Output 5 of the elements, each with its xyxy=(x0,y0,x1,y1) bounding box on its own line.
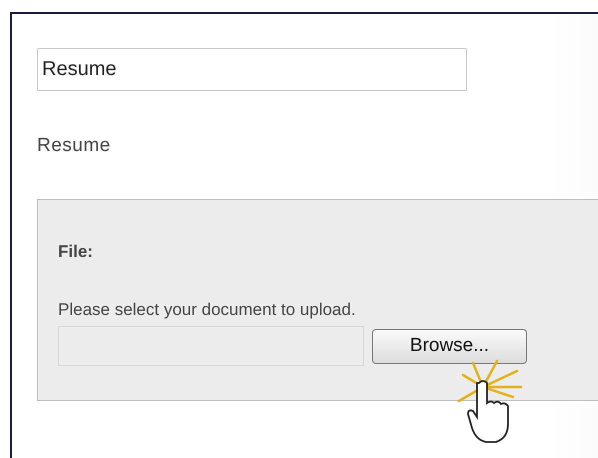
browse-button[interactable]: Browse... xyxy=(372,328,527,364)
upload-instruction: Please select your document to upload. xyxy=(58,300,357,320)
file-heading: File: xyxy=(58,242,94,262)
title-label: Resume xyxy=(37,135,112,157)
title-input-field[interactable]: Resume xyxy=(37,48,467,91)
